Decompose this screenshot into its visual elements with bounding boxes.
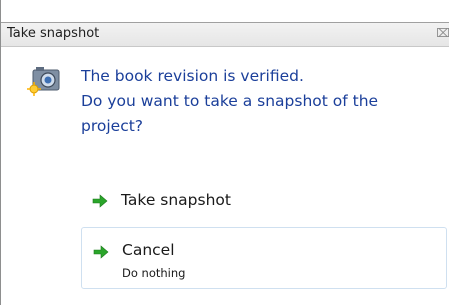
green-arrow-icon bbox=[92, 193, 108, 209]
take-snapshot-label: Take snapshot bbox=[121, 191, 231, 209]
dialog-title: Take snapshot bbox=[7, 26, 100, 41]
take-snapshot-option[interactable]: Take snapshot bbox=[81, 184, 447, 220]
green-arrow-icon bbox=[93, 244, 109, 260]
cancel-description: Do nothing bbox=[122, 266, 186, 280]
cancel-option[interactable]: Cancel Do nothing bbox=[81, 227, 447, 289]
close-icon[interactable]: ⌧ bbox=[436, 26, 449, 40]
dialog-message: The book revision is verified. Do you wa… bbox=[81, 67, 379, 135]
take-snapshot-dialog: Take snapshot ⌧ The book revision is ver… bbox=[0, 0, 449, 305]
dialog-titlebar: Take snapshot ⌧ bbox=[1, 22, 449, 47]
camera-icon bbox=[27, 62, 67, 96]
cancel-label: Cancel bbox=[122, 241, 175, 259]
